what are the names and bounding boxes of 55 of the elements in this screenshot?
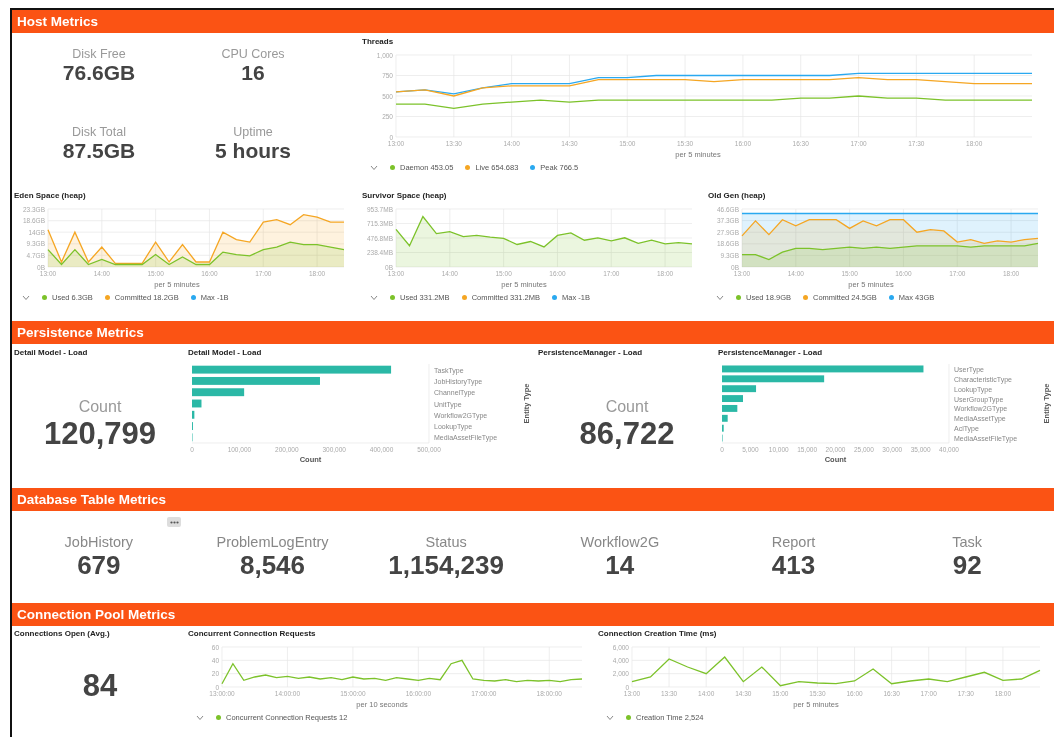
more-button[interactable] (167, 517, 181, 527)
section-header: Connection Pool Metrics (12, 603, 1054, 626)
count-label: Count (78, 397, 122, 416)
stat-value: 1,154,239 (387, 550, 505, 580)
stat-value: 14 (604, 550, 636, 580)
stat-label: JobHistory (63, 534, 135, 550)
chevron-down-icon[interactable] (606, 714, 614, 721)
count-label: Count (605, 397, 649, 416)
stat-value: 76.6GB (61, 61, 137, 85)
stat-value: 8,546 (238, 550, 307, 580)
chevron-down-icon[interactable] (370, 294, 378, 301)
bar (192, 410, 195, 419)
chart-title: Eden Space (heap) (14, 191, 87, 200)
chart-title: Threads (362, 37, 395, 46)
stat-value: 679 (76, 550, 122, 580)
stat-value: 5 hours (214, 139, 292, 163)
stat-label: CPU Cores (220, 47, 286, 61)
chevron-down-icon[interactable] (370, 164, 378, 171)
stat-value: 87.5GB (61, 139, 137, 163)
bar (192, 388, 245, 397)
stat-label: Status (424, 534, 468, 550)
panel-title: Connections Open (Avg.) (14, 629, 111, 638)
chevron-down-icon[interactable] (196, 714, 204, 721)
stat-label: Report (770, 534, 817, 550)
bar (192, 399, 202, 408)
count-value: 84 (82, 667, 118, 704)
stat-label: Uptime (232, 125, 274, 139)
chevron-down-icon[interactable] (716, 294, 724, 301)
stat-label: ProblemLogEntry (215, 534, 330, 550)
section-header: Persistence Metrics (12, 321, 1054, 344)
chevron-down-icon[interactable] (22, 294, 30, 301)
chart-title: PersistenceManager - Load (718, 348, 824, 357)
stat-value: 92 (951, 550, 983, 580)
count-value: 86,722 (579, 415, 675, 452)
stat-label: Disk Free (71, 47, 127, 61)
stat-value: 16 (240, 61, 266, 85)
chart-title: Concurrent Connection Requests (188, 629, 317, 638)
bar (722, 385, 757, 393)
section-header: Database Table Metrics (12, 488, 1054, 511)
stat-label: Task (951, 534, 984, 550)
bar (722, 405, 738, 412)
stat-value: 413 (770, 550, 817, 580)
count-value: 120,799 (43, 415, 157, 452)
panel-title: PersistenceManager - Load (538, 348, 644, 357)
bar (722, 414, 728, 422)
stat-label: Workflow2G (579, 534, 661, 550)
chart-title: Connection Creation Time (ms) (598, 629, 718, 638)
chart-title: Old Gen (heap) (708, 191, 767, 200)
bar (722, 395, 743, 402)
more-icon (169, 520, 179, 524)
chart-title: Detail Model - Load (188, 348, 263, 357)
chart-title: Survivor Space (heap) (362, 191, 448, 200)
stat-label: Disk Total (71, 125, 127, 139)
panel-title: Detail Model - Load (14, 348, 89, 357)
section-header: Host Metrics (12, 10, 1054, 33)
